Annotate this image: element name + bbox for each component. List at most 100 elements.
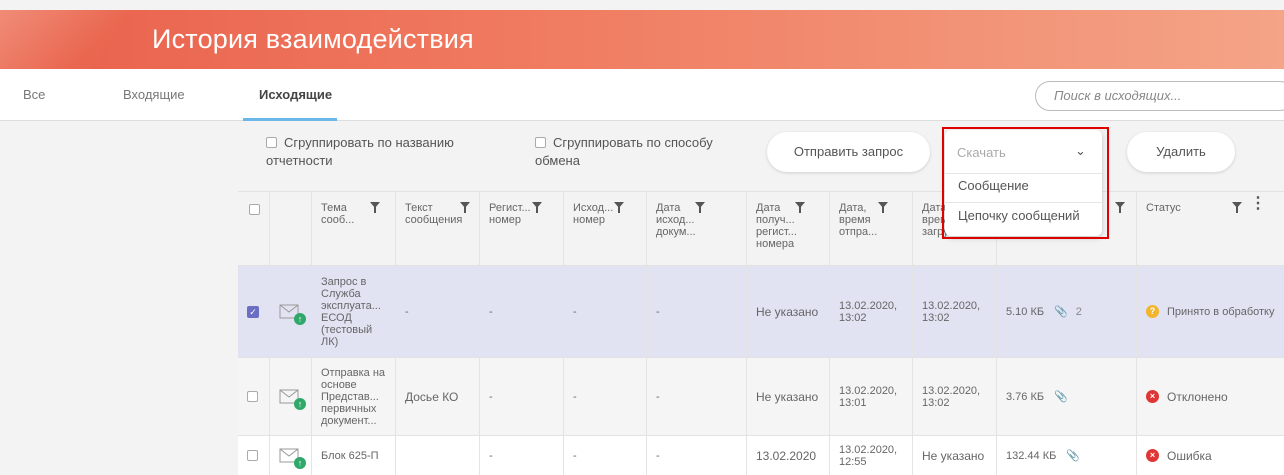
column-label-reg-date: Дата получ... регист... номера: [756, 202, 797, 250]
group-by-exchange-label: Сгруппировать по способу обмена: [535, 135, 713, 168]
size-cell: 5.10 КБ 📎 2: [997, 266, 1137, 357]
outgoing-envelope-icon: ↑: [279, 304, 306, 325]
tab-outgoing[interactable]: Исходящие: [259, 87, 332, 102]
column-header-reg-number[interactable]: Регист... номер: [480, 192, 564, 265]
text-cell: Досье КО: [396, 358, 480, 435]
reg-number-cell: -: [480, 358, 564, 435]
rejected-status-icon: ×: [1146, 390, 1159, 403]
filter-icon[interactable]: [532, 202, 542, 213]
sent-date-cell: 13.02.2020, 13:01: [830, 358, 913, 435]
sent-date-cell: 13.02.2020, 13:02: [830, 266, 913, 357]
group-by-report-checkbox[interactable]: [266, 137, 277, 148]
sent-date-cell: 13.02.2020, 12:55: [830, 436, 913, 475]
status-cell: × Отклонено: [1137, 358, 1284, 435]
reg-number-cell: -: [480, 266, 564, 357]
size-value: 132.44 КБ: [1006, 449, 1057, 462]
size-cell: 132.44 КБ 📎: [997, 436, 1137, 475]
group-by-exchange-option[interactable]: Сгруппировать по способу обмена: [535, 134, 725, 170]
size-cell: 3.76 КБ 📎: [997, 358, 1137, 435]
column-label-out-date: Дата исход... докум...: [656, 202, 696, 238]
paperclip-icon[interactable]: 📎: [1066, 450, 1080, 462]
filter-icon[interactable]: [695, 202, 705, 213]
uploaded-date-cell: 13.02.2020, 13:02: [913, 266, 997, 357]
reg-date-cell: Не указано: [747, 266, 830, 357]
column-label-text: Текст сообщения: [405, 202, 463, 226]
column-label-reg-number: Регист... номер: [489, 202, 531, 226]
header-decoration: [0, 10, 130, 69]
column-menu-icon[interactable]: ⋮: [1250, 196, 1266, 212]
reg-date-cell: Не указано: [747, 358, 830, 435]
filter-icon[interactable]: [614, 202, 624, 213]
search-input[interactable]: Поиск в исходящих...: [1035, 81, 1284, 111]
error-status-icon: ×: [1146, 449, 1159, 462]
out-date-cell: -: [647, 436, 747, 475]
size-value: 5.10 КБ: [1006, 305, 1045, 318]
delete-button[interactable]: Удалить: [1127, 132, 1235, 172]
text-cell: -: [396, 266, 480, 357]
attachment-count: 2: [1075, 305, 1082, 318]
uploaded-date-cell: 13.02.2020, 13:02: [913, 358, 997, 435]
column-label-sent: Дата, время отпра...: [839, 202, 878, 238]
paperclip-icon[interactable]: 📎: [1054, 306, 1068, 318]
filter-icon[interactable]: [878, 202, 888, 213]
table-header: Тема сооб... Текст сообщения Регист... н…: [238, 191, 1284, 265]
column-label-subject: Тема сооб...: [321, 202, 355, 226]
row-checkbox[interactable]: [247, 450, 258, 461]
highlight-box: [942, 127, 1109, 239]
group-by-report-option[interactable]: Сгруппировать по названию отчетности: [266, 134, 466, 170]
table-row[interactable]: ↑ Блок 625-П - - - 13.02.2020 13.02.2020…: [238, 435, 1284, 475]
column-label-status: Статус: [1146, 202, 1181, 214]
row-checkbox[interactable]: [247, 391, 258, 402]
uploaded-date-cell: Не указано: [913, 436, 997, 475]
column-header-text[interactable]: Текст сообщения: [396, 192, 480, 265]
page-title: История взаимодействия: [152, 24, 474, 54]
filter-icon[interactable]: [795, 202, 805, 213]
size-value: 3.76 КБ: [1006, 390, 1045, 403]
outgoing-envelope-icon: ↑: [279, 448, 306, 469]
out-date-cell: -: [647, 266, 747, 357]
status-cell: × Ошибка: [1137, 436, 1284, 475]
text-cell: [396, 436, 480, 475]
column-label-out-number: Исход... номер: [573, 202, 614, 226]
outgoing-envelope-icon: ↑: [279, 389, 306, 410]
status-text: Принято в обработку: [1167, 305, 1275, 318]
status-text: Отклонено: [1167, 389, 1228, 404]
filter-icon[interactable]: [370, 202, 380, 213]
table-row[interactable]: ✓ ↑ Запрос в Служба эксплуата... ЕСОД (т…: [238, 265, 1284, 357]
message-type-cell: ↑: [270, 436, 312, 475]
tab-all[interactable]: Все: [23, 87, 45, 102]
select-all-cell: [238, 192, 270, 265]
out-number-cell: -: [564, 266, 647, 357]
reg-date-cell: 13.02.2020: [747, 436, 830, 475]
status-text: Ошибка: [1167, 448, 1212, 463]
out-date-cell: -: [647, 358, 747, 435]
page-header: История взаимодействия: [0, 10, 1284, 69]
out-number-cell: -: [564, 436, 647, 475]
column-header-out-number[interactable]: Исход... номер: [564, 192, 647, 265]
filter-icon[interactable]: [1115, 202, 1125, 213]
pending-status-icon: ?: [1146, 305, 1159, 318]
filter-icon[interactable]: [460, 202, 470, 213]
row-checkbox-cell: [238, 436, 270, 475]
status-cell: ? Принято в обработку: [1137, 266, 1284, 357]
message-type-cell: ↑: [270, 266, 312, 357]
column-header-out-date[interactable]: Дата исход... докум...: [647, 192, 747, 265]
filter-icon[interactable]: [1232, 202, 1242, 213]
group-by-exchange-checkbox[interactable]: [535, 137, 546, 148]
table-row[interactable]: ↑ Отправка на основе Представ... первичн…: [238, 357, 1284, 435]
row-checkbox-checked-icon[interactable]: ✓: [247, 305, 259, 318]
column-header-subject[interactable]: Тема сооб...: [312, 192, 396, 265]
subject-cell: Блок 625-П: [312, 436, 396, 475]
column-header-reg-date[interactable]: Дата получ... регист... номера: [747, 192, 830, 265]
column-header-status[interactable]: Статус ⋮: [1137, 192, 1284, 265]
tab-incoming[interactable]: Входящие: [123, 87, 185, 102]
paperclip-icon[interactable]: 📎: [1054, 391, 1068, 403]
send-request-button[interactable]: Отправить запрос: [767, 132, 930, 172]
column-header-sent[interactable]: Дата, время отпра...: [830, 192, 913, 265]
row-checkbox-cell: ✓: [238, 266, 270, 357]
out-number-cell: -: [564, 358, 647, 435]
row-checkbox-cell: [238, 358, 270, 435]
reg-number-cell: -: [480, 436, 564, 475]
group-by-report-label: Сгруппировать по названию отчетности: [266, 135, 454, 168]
select-all-checkbox[interactable]: [249, 204, 260, 215]
